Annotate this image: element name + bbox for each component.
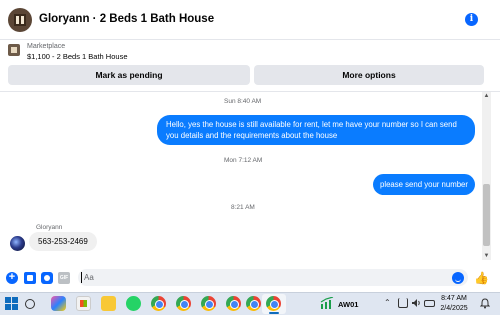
- conversation-title[interactable]: Gloryann · 2 Beds 1 Bath House: [39, 13, 214, 25]
- network-icon[interactable]: [398, 298, 408, 308]
- copilot-icon[interactable]: [51, 296, 66, 311]
- scroll-up-icon[interactable]: ▲: [482, 92, 491, 100]
- windows-start-icon[interactable]: [4, 296, 19, 311]
- message-input[interactable]: [78, 269, 468, 286]
- chrome-icon[interactable]: [151, 296, 166, 311]
- more-options-button[interactable]: More options: [254, 65, 484, 85]
- file-explorer-icon[interactable]: [101, 296, 116, 311]
- listing-thumbnail[interactable]: [8, 44, 20, 56]
- chrome-icon[interactable]: [266, 296, 281, 311]
- stock-ticker-label[interactable]: AW01: [338, 300, 358, 309]
- notification-bell-icon[interactable]: [480, 298, 490, 309]
- conversation-header: Gloryann · 2 Beds 1 Bath House i: [0, 0, 500, 40]
- emoji-icon[interactable]: [452, 272, 464, 284]
- chrome-icon[interactable]: [246, 296, 261, 311]
- volume-icon[interactable]: [411, 298, 421, 308]
- outgoing-message[interactable]: please send your number: [373, 174, 475, 195]
- sticker-icon[interactable]: [41, 272, 53, 284]
- scrollbar-thumb[interactable]: [483, 184, 490, 246]
- chrome-icon[interactable]: [226, 296, 241, 311]
- chevron-up-icon[interactable]: ⌃: [384, 298, 391, 307]
- info-icon[interactable]: i: [465, 13, 478, 26]
- scroll-down-icon[interactable]: ▼: [482, 252, 491, 260]
- gif-icon[interactable]: GIF: [58, 272, 70, 284]
- plus-icon[interactable]: +: [6, 272, 18, 284]
- whatsapp-icon[interactable]: [126, 296, 141, 311]
- message-timestamp: 8:21 AM: [231, 204, 255, 211]
- search-icon[interactable]: [25, 299, 35, 309]
- chrome-icon[interactable]: [176, 296, 191, 311]
- active-app-indicator: [269, 312, 279, 314]
- store-icon[interactable]: [76, 296, 91, 311]
- incoming-message[interactable]: 563-253-2469: [29, 232, 97, 251]
- outgoing-message[interactable]: Hello, yes the house is still available …: [157, 115, 475, 145]
- thumbs-up-icon[interactable]: 👍: [474, 272, 489, 284]
- mark-as-pending-button[interactable]: Mark as pending: [8, 65, 250, 85]
- text-caret: [81, 272, 82, 283]
- sender-name: Gloryann: [36, 224, 63, 231]
- contact-avatar[interactable]: [8, 8, 32, 32]
- chrome-icon[interactable]: [201, 296, 216, 311]
- message-timestamp: Mon 7:12 AM: [224, 157, 263, 164]
- clock-time[interactable]: 8:47 AM: [438, 295, 470, 302]
- message-timestamp: Sun 8:40 AM: [224, 98, 262, 105]
- sender-avatar[interactable]: [10, 236, 25, 251]
- marketplace-label: Marketplace: [27, 43, 66, 50]
- chat-scrollbar[interactable]: ▲ ▼: [482, 92, 491, 260]
- clock-date[interactable]: 2/4/2025: [438, 305, 470, 312]
- photo-icon[interactable]: [24, 272, 36, 284]
- stock-trend-icon[interactable]: [320, 297, 334, 309]
- listing-title[interactable]: $1,100 - 2 Beds 1 Bath House: [27, 52, 128, 61]
- battery-icon[interactable]: [424, 300, 435, 307]
